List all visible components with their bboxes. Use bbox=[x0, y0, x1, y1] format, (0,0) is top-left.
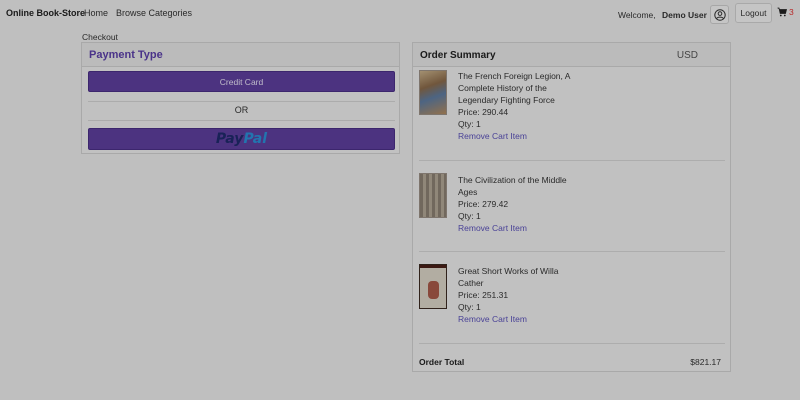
book-price: Price: 251.31 bbox=[458, 290, 509, 300]
divider bbox=[88, 101, 395, 102]
book-title: The French Foreign Legion, A Complete Hi… bbox=[458, 71, 570, 105]
book-title: Great Short Works of Willa Cather bbox=[458, 266, 559, 288]
cart-item: Great Short Works of Willa Cather Price:… bbox=[413, 264, 730, 354]
order-total-label: Order Total bbox=[419, 357, 465, 367]
credit-card-button[interactable]: Credit Card bbox=[88, 71, 395, 92]
nav-home-link[interactable]: Home bbox=[84, 8, 108, 18]
book-price: Price: 290.44 bbox=[458, 107, 509, 117]
paypal-logo-part1: Pay bbox=[215, 131, 244, 147]
book-cover-image bbox=[419, 264, 447, 309]
cart-item-info: The Civilization of the Middle Ages Pric… bbox=[458, 174, 573, 234]
navbar: Online Book-Store Home Browse Categories… bbox=[0, 0, 800, 28]
user-profile-button[interactable] bbox=[710, 5, 729, 24]
book-cover-image bbox=[419, 173, 447, 218]
cart-item-info: Great Short Works of Willa Cather Price:… bbox=[458, 265, 573, 325]
payment-type-panel: Payment Type Credit Card OR Pay Pal bbox=[81, 42, 400, 154]
cart-item: The Civilization of the Middle Ages Pric… bbox=[413, 173, 730, 263]
currency-label: USD bbox=[676, 50, 698, 61]
welcome-text: Welcome, Demo User bbox=[618, 10, 707, 20]
cart-item-info: The French Foreign Legion, A Complete Hi… bbox=[458, 70, 573, 142]
cart-item: The French Foreign Legion, A Complete Hi… bbox=[413, 69, 730, 159]
shopping-cart-icon bbox=[777, 7, 787, 17]
nav-browse-categories-link[interactable]: Browse Categories bbox=[116, 8, 192, 18]
item-divider bbox=[419, 251, 725, 252]
user-circle-icon bbox=[713, 8, 726, 21]
brand-logo[interactable]: Online Book-Store bbox=[6, 8, 85, 18]
divider bbox=[88, 120, 395, 121]
book-qty: Qty: 1 bbox=[458, 211, 481, 221]
book-qty: Qty: 1 bbox=[458, 119, 481, 129]
book-qty: Qty: 1 bbox=[458, 302, 481, 312]
welcome-prefix: Welcome, bbox=[618, 10, 656, 20]
order-summary-panel: Order Summary USD The French Foreign Leg… bbox=[412, 42, 731, 372]
payment-type-title: Payment Type bbox=[82, 43, 399, 67]
remove-cart-item-link[interactable]: Remove Cart Item bbox=[458, 222, 573, 234]
cart-count-badge: 3 bbox=[789, 7, 794, 17]
checkout-breadcrumb: Checkout bbox=[82, 32, 118, 42]
logout-button[interactable]: Logout bbox=[735, 3, 772, 23]
item-divider bbox=[419, 343, 725, 344]
order-summary-title: Order Summary bbox=[420, 50, 496, 61]
cart-button[interactable]: 3 bbox=[777, 7, 794, 17]
remove-cart-item-link[interactable]: Remove Cart Item bbox=[458, 313, 573, 325]
remove-cart-item-link[interactable]: Remove Cart Item bbox=[458, 130, 573, 142]
user-name: Demo User bbox=[662, 10, 707, 20]
order-summary-header: Order Summary USD bbox=[413, 43, 730, 67]
order-total-value: $821.17 bbox=[690, 357, 721, 367]
book-title: The Civilization of the Middle Ages bbox=[458, 175, 567, 197]
item-divider bbox=[419, 160, 725, 161]
book-cover-image bbox=[419, 70, 447, 115]
paypal-logo-part2: Pal bbox=[243, 131, 268, 147]
book-price: Price: 279.42 bbox=[458, 199, 509, 209]
checkout-page: Online Book-Store Home Browse Categories… bbox=[0, 0, 800, 400]
or-separator: OR bbox=[234, 105, 249, 115]
paypal-button[interactable]: Pay Pal bbox=[88, 128, 395, 150]
